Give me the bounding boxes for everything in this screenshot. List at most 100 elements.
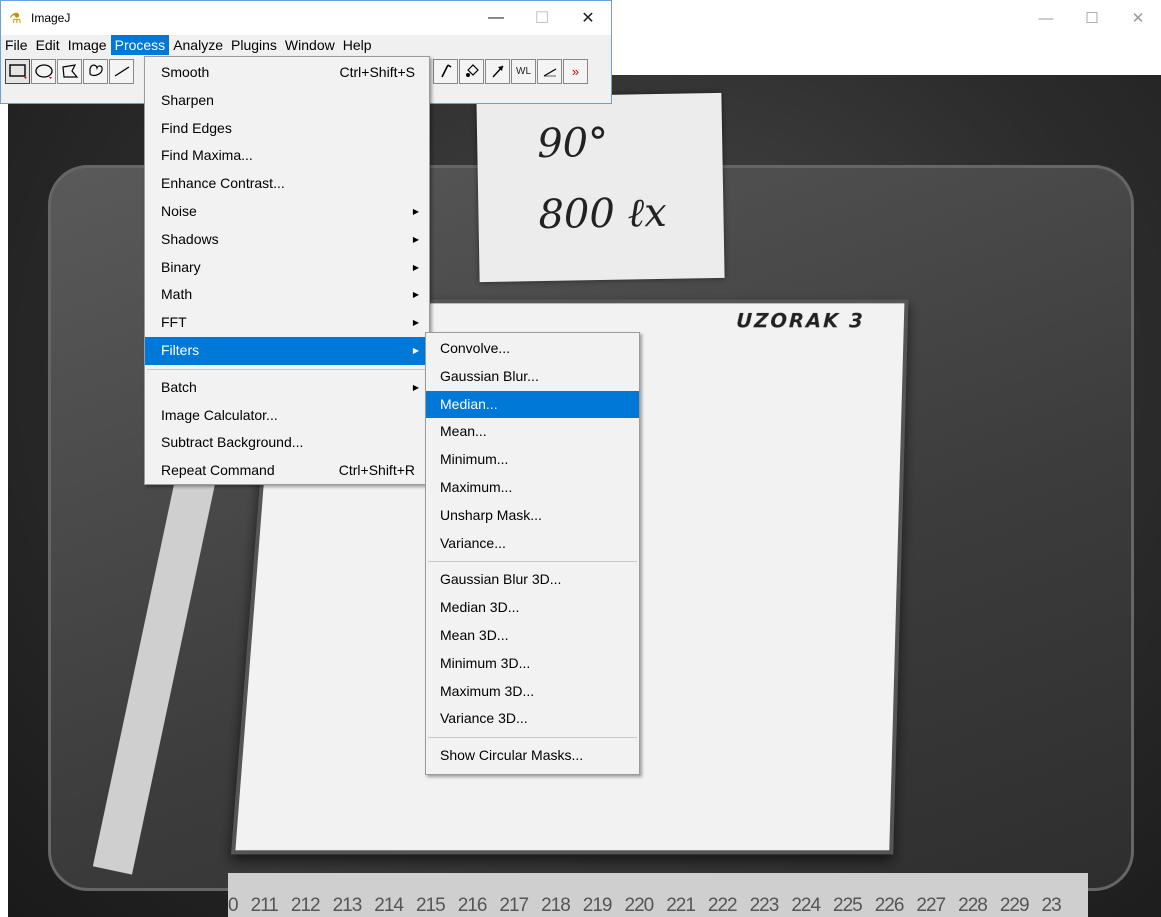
process-item-enhance-contrast[interactable]: Enhance Contrast...	[145, 170, 429, 198]
menu-item-label: Convolve...	[440, 340, 511, 356]
process-item-image-calculator[interactable]: Image Calculator...	[145, 402, 429, 430]
line-tool-icon[interactable]	[109, 58, 134, 84]
process-item-fft[interactable]: FFT ▶	[145, 309, 429, 337]
menu-item-label: Minimum...	[440, 451, 509, 468]
menu-item-label: Variance 3D...	[440, 710, 528, 727]
filters-item-maximum-3d[interactable]: Maximum 3D...	[426, 678, 639, 706]
close-button[interactable]: ✕	[565, 1, 611, 35]
menu-edit[interactable]: Edit	[32, 35, 64, 55]
menu-help[interactable]: Help	[339, 35, 376, 55]
menu-item-label: Shadows	[161, 230, 219, 247]
filters-item-mean-3d[interactable]: Mean 3D...	[426, 622, 639, 650]
menu-item-label: Enhance Contrast...	[161, 175, 285, 192]
menu-item-label: Batch	[161, 378, 197, 395]
menu-analyze[interactable]: Analyze	[169, 35, 227, 55]
filters-item-variance-3d[interactable]: Variance 3D...	[426, 705, 639, 733]
image-window-maximize-button[interactable]: ☐	[1069, 0, 1115, 36]
process-item-math[interactable]: Math ▶	[145, 281, 429, 309]
ruler-tick-label: 223	[749, 895, 780, 916]
ruler-tick-label: 217	[499, 895, 529, 916]
ruler-tick-label: 211	[250, 895, 279, 916]
submenu-arrow-icon: ▶	[412, 262, 419, 272]
filters-item-gaussian-blur-3d[interactable]: Gaussian Blur 3D...	[426, 566, 639, 594]
label-card: 90° 800 ℓx	[476, 92, 725, 283]
filters-item-minimum-3d[interactable]: Minimum 3D...	[426, 650, 639, 678]
filters-item-gaussian-blur[interactable]: Gaussian Blur...	[426, 363, 639, 391]
card-angle-text: 90°	[536, 119, 609, 168]
polygon-tool-icon[interactable]	[57, 58, 82, 84]
process-item-smooth[interactable]: Smooth Ctrl+Shift+S	[145, 59, 429, 87]
process-item-repeat-command[interactable]: Repeat Command Ctrl+Shift+R	[145, 457, 429, 485]
ruler-tick-label: 218	[541, 895, 571, 916]
process-item-subtract-background[interactable]: Subtract Background...	[145, 429, 429, 457]
ruler-tick-label: 212	[290, 895, 321, 916]
menu-plugins[interactable]: Plugins	[227, 35, 281, 55]
menu-process[interactable]: Process	[110, 35, 170, 55]
ruler-tick-label: 216	[457, 895, 488, 916]
process-item-find-maxima[interactable]: Find Maxima...	[145, 142, 429, 170]
minimize-button[interactable]: —	[473, 1, 519, 35]
image-window-close-button[interactable]: ✕	[1115, 0, 1161, 36]
process-item-sharpen[interactable]: Sharpen	[145, 87, 429, 115]
filters-item-mean[interactable]: Mean...	[426, 418, 639, 446]
process-item-find-edges[interactable]: Find Edges	[145, 115, 429, 143]
flood-fill-tool-icon[interactable]	[459, 58, 484, 84]
more-tools-icon[interactable]: »	[563, 58, 588, 84]
filters-submenu: Convolve... Gaussian Blur... Median... Mean…	[425, 332, 640, 775]
arrow-tool-icon[interactable]	[485, 58, 510, 84]
menu-item-label: Mean...	[440, 423, 487, 440]
oval-tool-icon[interactable]	[31, 58, 56, 84]
imagej-app-icon: ⚗	[9, 10, 22, 26]
dropper-tool-icon[interactable]	[433, 58, 458, 84]
process-item-binary[interactable]: Binary ▶	[145, 254, 429, 282]
ruler-tick-label: 222	[707, 895, 738, 916]
filters-item-minimum[interactable]: Minimum...	[426, 446, 639, 474]
menu-item-shortcut: Ctrl+Shift+S	[339, 64, 415, 80]
more-tools-glyph: »	[571, 63, 580, 79]
ruler-tick-label: 220	[624, 895, 655, 916]
menu-file[interactable]: File	[1, 35, 32, 55]
submenu-arrow-icon: ▶	[412, 318, 419, 328]
image-window-minimize-button[interactable]: —	[1023, 0, 1069, 36]
menu-item-label: Maximum 3D...	[440, 682, 535, 699]
filters-item-unsharp-mask[interactable]: Unsharp Mask...	[426, 502, 639, 530]
imagej-title: ImageJ	[31, 11, 71, 25]
ruler-tick-label: 225	[833, 895, 863, 916]
menu-item-label: Image Calculator...	[161, 406, 278, 423]
filters-item-maximum[interactable]: Maximum...	[426, 474, 639, 502]
menu-item-label: Filters	[161, 341, 200, 358]
imagej-window-controls: — ☐ ✕	[473, 1, 611, 35]
ruler-tick-label: 229	[999, 895, 1030, 916]
menu-item-label: Repeat Command	[161, 462, 275, 479]
submenu-arrow-icon: ▶	[412, 382, 419, 392]
filters-item-median-3d[interactable]: Median 3D...	[426, 594, 639, 622]
menu-window[interactable]: Window	[281, 35, 339, 55]
menu-item-label: Find Maxima...	[161, 147, 253, 164]
process-item-batch[interactable]: Batch ▶	[145, 374, 429, 402]
menu-separator	[147, 368, 427, 370]
filters-item-median[interactable]: Median...	[426, 390, 639, 419]
ruler-tick-label: 0	[228, 895, 239, 916]
process-item-noise[interactable]: Noise ▶	[145, 198, 429, 226]
menu-item-label: Median 3D...	[440, 599, 520, 616]
filters-item-convolve[interactable]: Convolve...	[426, 335, 639, 363]
maximize-button[interactable]: ☐	[519, 1, 565, 35]
ruler-tick-label: 224	[791, 895, 821, 916]
menu-bar: File Edit Image Process Analyze Plugins Window…	[1, 35, 611, 55]
process-item-shadows[interactable]: Shadows ▶	[145, 226, 429, 254]
menu-item-label: Subtract Background...	[161, 434, 304, 451]
menu-item-shortcut: Ctrl+Shift+R	[338, 462, 415, 479]
filters-item-show-circular-masks[interactable]: Show Circular Masks...	[426, 742, 639, 770]
rectangle-tool-icon[interactable]	[5, 58, 30, 84]
ruler-tick-label: 227	[916, 895, 946, 916]
ruler-tick-label: 228	[958, 895, 988, 916]
freehand-tool-icon[interactable]	[83, 58, 108, 84]
filters-item-variance[interactable]: Variance...	[426, 530, 639, 558]
menu-image[interactable]: Image	[64, 35, 111, 55]
wl-tool-icon[interactable]: WL	[511, 58, 536, 84]
menu-separator	[428, 561, 637, 563]
process-item-filters[interactable]: Filters ▶	[145, 336, 429, 365]
ruler-tick-label: 214	[374, 895, 404, 916]
menu-item-label: Noise	[161, 202, 197, 219]
angle-tool-icon[interactable]	[537, 58, 562, 84]
